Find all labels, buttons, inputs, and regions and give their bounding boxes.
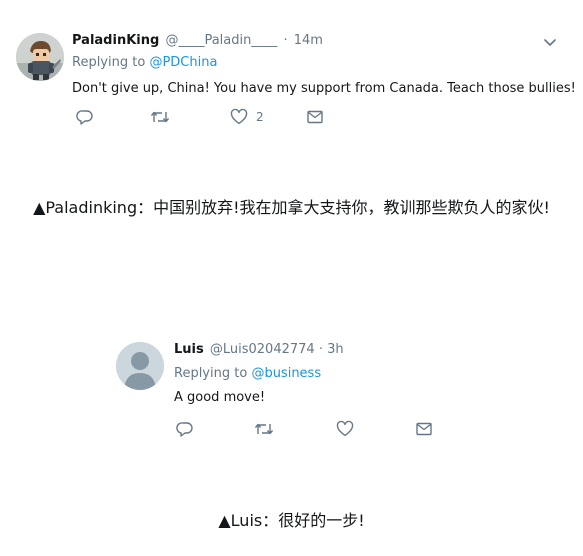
retweet-button[interactable]: [150, 107, 170, 127]
replying-prefix: Replying to: [72, 55, 146, 70]
timestamp[interactable]: 14m: [294, 33, 323, 48]
replying-prefix: Replying to: [174, 366, 248, 381]
envelope-icon: [307, 110, 323, 124]
avatar-image: [16, 33, 64, 81]
tweet-header: PaladinKing @____Paladin____ · 14m: [72, 32, 323, 49]
replying-to: Replying to @PDChina: [72, 54, 217, 71]
reply-icon: [176, 422, 193, 437]
reply-button[interactable]: [76, 107, 94, 127]
avatar[interactable]: [16, 33, 64, 81]
tweet-paladinking: PaladinKing @____Paladin____ · 14m Reply…: [0, 0, 583, 140]
chevron-down-icon[interactable]: [543, 34, 557, 48]
user-handle[interactable]: @____Paladin____: [165, 33, 277, 48]
retweet-icon: [150, 111, 170, 123]
retweet-icon: [254, 423, 274, 435]
caption-luis: ▲Luis：很好的一步!: [218, 511, 365, 530]
caption-paladinking: ▲Paladinking：中国别放弃!我在加拿大支持你，教训那些欺负人的家伙!: [33, 198, 550, 217]
direct-message-button[interactable]: [415, 419, 433, 439]
heart-icon: [230, 108, 248, 125]
heart-icon: [336, 420, 354, 437]
user-handle[interactable]: @Luis02042774: [210, 342, 315, 357]
tweet-luis: Luis @Luis02042774 · 3h Replying to @bus…: [0, 330, 583, 450]
tweet-body: A good move!: [174, 390, 266, 405]
display-name[interactable]: PaladinKing: [72, 33, 159, 48]
reply-icon: [76, 110, 93, 125]
display-name[interactable]: Luis: [174, 342, 204, 357]
replying-to-link[interactable]: @business: [251, 366, 321, 381]
like-button[interactable]: [336, 419, 354, 439]
tweet-header: Luis @Luis02042774 · 3h: [174, 341, 344, 358]
replying-to-link[interactable]: @PDChina: [149, 55, 217, 70]
avatar[interactable]: [116, 342, 164, 390]
direct-message-button[interactable]: [306, 107, 324, 127]
default-avatar-icon: [116, 342, 164, 390]
tweet-body: Don't give up, China! You have my suppor…: [72, 81, 576, 96]
envelope-icon: [416, 422, 432, 436]
replying-to: Replying to @business: [174, 365, 321, 382]
tweet-text: A good move!: [174, 389, 265, 406]
like-button[interactable]: 2: [230, 107, 264, 127]
timestamp[interactable]: 3h: [327, 342, 344, 357]
tweet-actions: 2: [72, 107, 372, 127]
separator: ·: [318, 342, 323, 357]
tweet-text: Don't give up, China! You have my suppor…: [72, 77, 583, 100]
like-count: 2: [256, 110, 264, 124]
reply-button[interactable]: [176, 419, 194, 439]
retweet-button[interactable]: [254, 419, 274, 439]
tweet-actions: [174, 419, 454, 439]
separator: ·: [283, 33, 288, 48]
